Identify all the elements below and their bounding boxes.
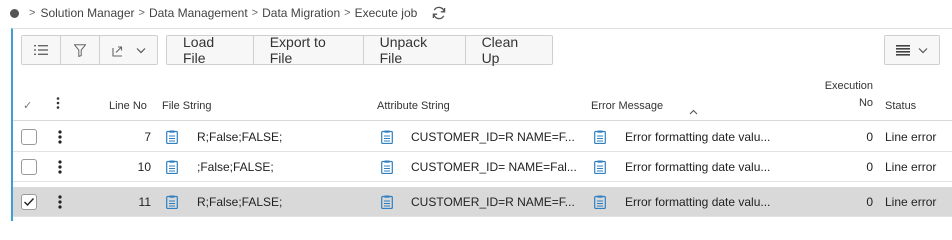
chevron-right-icon: > — [251, 7, 259, 19]
list-view-button[interactable] — [22, 36, 61, 64]
header-execution-no[interactable]: Execution No — [821, 78, 873, 112]
file-string-cell: R;False;FALSE; — [197, 194, 283, 209]
chevron-right-icon: > — [29, 7, 36, 19]
select-all-check-icon[interactable]: ✓ — [23, 99, 32, 112]
document-icon[interactable] — [166, 152, 178, 181]
chevron-right-icon: > — [344, 7, 351, 19]
error-message-cell: Error formatting date valu... — [625, 194, 771, 209]
file-actions-group: Load File Export to File Unpack File Cle… — [166, 34, 553, 66]
export-icon — [111, 45, 122, 57]
row-checkbox[interactable] — [21, 129, 37, 145]
header-execution-no-line1: Execution — [824, 80, 873, 92]
view-tools-group — [21, 35, 158, 65]
filter-icon — [74, 43, 86, 57]
density-icon — [896, 44, 910, 56]
status-dot-icon — [10, 8, 19, 18]
breadcrumb-data-management[interactable]: Data Management — [149, 6, 248, 20]
row-menu-icon[interactable] — [57, 187, 63, 216]
breadcrumb-solution-manager[interactable]: Solution Manager — [40, 6, 134, 20]
table-header: ✓ Line No File String Attribute String E… — [13, 71, 952, 121]
error-message-cell: Error formatting date valu... — [625, 129, 771, 144]
document-icon[interactable] — [166, 122, 178, 151]
attribute-string-cell: CUSTOMER_ID=R NAME=F... — [411, 129, 575, 144]
table-row[interactable]: 7 R;False;FALSE; CUSTOMER_ID=R NAME=F...… — [13, 122, 952, 152]
document-icon[interactable] — [594, 187, 606, 216]
attribute-string-cell: CUSTOMER_ID= NAME=Fal... — [411, 159, 577, 174]
table-row[interactable]: 10 ;False;FALSE; CUSTOMER_ID= NAME=Fal..… — [13, 152, 952, 182]
file-string-cell: R;False;FALSE; — [197, 129, 283, 144]
status-cell: Line error — [885, 159, 937, 174]
table-row-selected[interactable]: 11 R;False;FALSE; CUSTOMER_ID=R NAME=F..… — [13, 187, 952, 217]
clean-up-button[interactable]: Clean Up — [465, 34, 552, 66]
refresh-icon[interactable] — [431, 5, 447, 21]
status-cell: Line error — [885, 129, 937, 144]
sort-ascending-icon — [689, 106, 698, 118]
row-checkbox[interactable] — [21, 159, 37, 175]
document-icon[interactable] — [381, 187, 393, 216]
document-icon[interactable] — [594, 152, 606, 181]
row-density-button[interactable] — [885, 36, 939, 64]
toolbar: Load File Export to File Unpack File Cle… — [13, 29, 952, 71]
checkmark-icon — [24, 198, 35, 207]
job-lines-panel: Load File Export to File Unpack File Cle… — [11, 28, 952, 221]
row-menu-icon[interactable] — [57, 152, 63, 181]
breadcrumb-data-migration[interactable]: Data Migration — [262, 6, 340, 20]
chevron-down-icon — [918, 47, 928, 53]
export-to-file-button[interactable]: Export to File — [253, 34, 364, 66]
file-string-cell: ;False;FALSE; — [197, 159, 274, 174]
error-message-cell: Error formatting date valu... — [625, 159, 771, 174]
unpack-file-button[interactable]: Unpack File — [363, 34, 466, 66]
header-execution-no-line2: No — [858, 97, 873, 109]
attribute-string-cell: CUSTOMER_ID=R NAME=F... — [411, 194, 575, 209]
header-line-no[interactable]: Line No — [109, 100, 147, 112]
export-menu-button[interactable] — [100, 36, 157, 64]
breadcrumb: > Solution Manager > Data Management > D… — [0, 0, 952, 26]
list-icon — [34, 45, 48, 55]
execution-no-cell: 0 — [866, 194, 873, 209]
filter-button[interactable] — [61, 36, 100, 64]
row-menu-icon[interactable] — [57, 122, 63, 151]
chevron-right-icon: > — [138, 7, 145, 19]
column-menu-icon[interactable] — [56, 97, 60, 112]
density-group — [884, 35, 940, 65]
row-checkbox-checked[interactable] — [21, 194, 37, 210]
execution-no-cell: 0 — [866, 159, 873, 174]
line-no-cell: 10 — [137, 159, 151, 174]
header-status[interactable]: Status — [885, 100, 916, 112]
document-icon[interactable] — [166, 187, 178, 216]
document-icon[interactable] — [381, 152, 393, 181]
line-no-cell: 11 — [138, 194, 151, 209]
document-icon[interactable] — [594, 122, 606, 151]
header-error-message[interactable]: Error Message — [591, 100, 663, 112]
execution-no-cell: 0 — [866, 129, 873, 144]
header-file-string[interactable]: File String — [162, 100, 212, 112]
breadcrumb-execute-job: Execute job — [354, 6, 418, 20]
document-icon[interactable] — [381, 122, 393, 151]
load-file-button[interactable]: Load File — [167, 34, 254, 66]
line-no-cell: 7 — [144, 129, 151, 144]
chevron-down-icon — [136, 47, 145, 53]
header-attribute-string[interactable]: Attribute String — [377, 100, 450, 112]
status-cell: Line error — [885, 194, 937, 209]
